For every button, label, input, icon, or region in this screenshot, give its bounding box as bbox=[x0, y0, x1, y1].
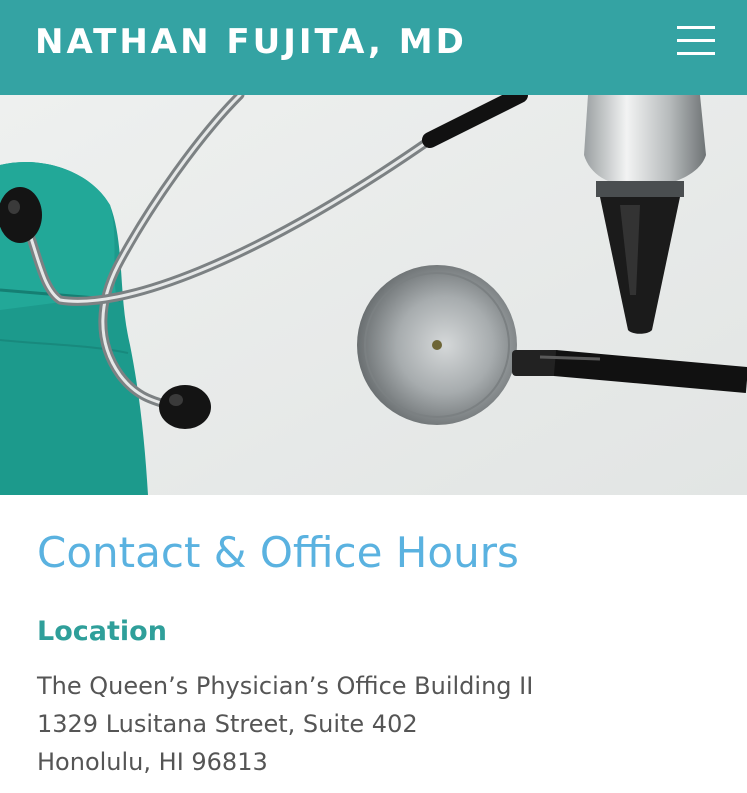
location-address: The Queen’s Physician’s Office Building … bbox=[37, 667, 533, 781]
site-title-link[interactable]: NATHAN FUJITA, MD bbox=[35, 20, 467, 64]
page: NATHAN FUJITA, MD Contact & Office Hours… bbox=[0, 0, 747, 793]
main-content: Contact & Office Hours Location The Quee… bbox=[0, 495, 747, 793]
menu-button[interactable] bbox=[670, 22, 722, 62]
site-header: NATHAN FUJITA, MD bbox=[0, 0, 747, 95]
stethoscope-illustration bbox=[0, 95, 747, 495]
location-heading: Location bbox=[37, 616, 167, 647]
page-title: Contact & Office Hours bbox=[37, 528, 519, 577]
address-line-city: Honolulu, HI 96813 bbox=[37, 748, 268, 776]
hero-image bbox=[0, 95, 747, 495]
address-line-building: The Queen’s Physician’s Office Building … bbox=[37, 672, 534, 700]
address-line-street: 1329 Lusitana Street, Suite 402 bbox=[37, 710, 418, 738]
